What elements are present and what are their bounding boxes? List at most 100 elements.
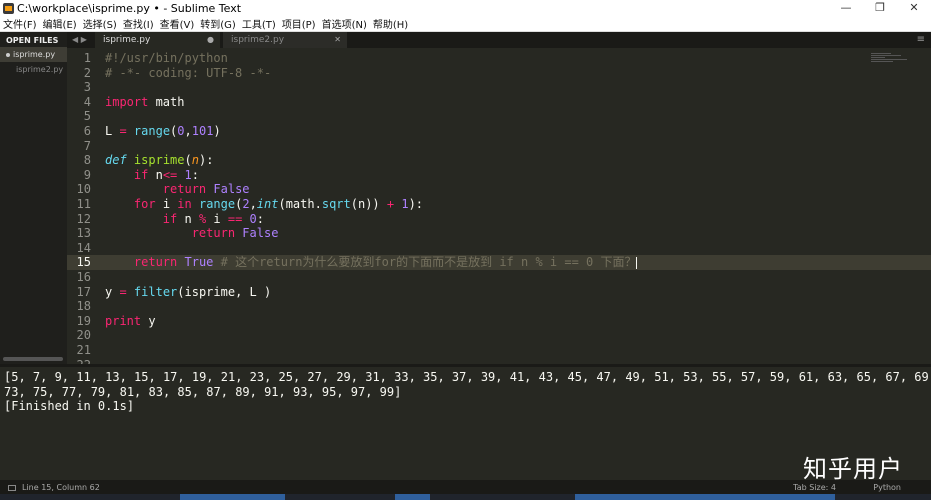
code-line[interactable]: 5 bbox=[67, 109, 931, 124]
code-text: return True # 这个return为什么要放到for的下面而不是放到 … bbox=[105, 255, 638, 270]
code-token: return bbox=[162, 182, 207, 197]
unsaved-dot-icon bbox=[6, 52, 10, 57]
code-token: for bbox=[133, 197, 156, 211]
menu-help[interactable]: 帮助(H) bbox=[373, 16, 408, 31]
line-number: 16 bbox=[76, 270, 91, 284]
line-number: 4 bbox=[83, 94, 91, 109]
code-text: # -*- coding: UTF-8 -*- bbox=[105, 66, 271, 81]
code-token: , bbox=[184, 124, 192, 138]
menu-edit[interactable]: 编辑(E) bbox=[43, 16, 77, 31]
line-number: 11 bbox=[76, 197, 91, 211]
tab-nav-arrows-icon[interactable]: ◀ ▶ bbox=[72, 35, 87, 44]
code-line[interactable]: 8 def isprime(n): bbox=[67, 153, 931, 168]
code-line[interactable]: 17 y = filter(isprime, L ) bbox=[67, 285, 931, 300]
minimize-icon[interactable]: — bbox=[829, 0, 863, 16]
code-token: math bbox=[148, 94, 185, 109]
sidebar-file-isprime2[interactable]: isprime2.py bbox=[0, 62, 67, 77]
code-token: n bbox=[148, 167, 163, 182]
code-line[interactable]: 20 bbox=[67, 328, 931, 343]
code-line[interactable]: 15 return True # 这个return为什么要放到for的下面而不是… bbox=[67, 255, 931, 270]
code-line[interactable]: 11 for i in range(2,int(math.sqrt(n)) + … bbox=[67, 197, 931, 212]
line-number: 20 bbox=[76, 328, 91, 343]
code-line[interactable]: 19 print y bbox=[67, 314, 931, 329]
code-token: range bbox=[133, 124, 171, 138]
code-line[interactable]: 16 bbox=[67, 270, 931, 285]
close-icon[interactable]: ✕ bbox=[897, 0, 931, 16]
output-line: [5, 7, 9, 11, 13, 15, 17, 19, 21, 23, 25… bbox=[4, 370, 931, 384]
code-token: if bbox=[133, 167, 149, 182]
code-token: 1 bbox=[184, 167, 192, 182]
code-editor[interactable]: 1 #!/usr/bin/python 2 # -*- coding: UTF-8 -… bbox=[67, 48, 931, 364]
code-text: for i in range(2,int(math.sqrt(n)) + 1): bbox=[105, 197, 423, 212]
code-token: # 这个return为什么要放到for的下面而不是放到 if n % i == … bbox=[213, 255, 637, 270]
sidebar-file-label: isprime2.py bbox=[16, 65, 64, 74]
sidebar-scrollbar[interactable] bbox=[3, 357, 63, 361]
sidebar: OPEN FILES isprime.py isprime2.py bbox=[0, 32, 67, 364]
code-line[interactable]: 9 if n<= 1: bbox=[67, 168, 931, 183]
menu-goto[interactable]: 转到(G) bbox=[200, 16, 236, 31]
line-number: 7 bbox=[83, 138, 91, 153]
code-token: i bbox=[155, 197, 178, 211]
title-bar: C:\workplace\isprime.py • - Sublime Text… bbox=[0, 0, 931, 16]
menu-view[interactable]: 查看(V) bbox=[160, 16, 195, 31]
code-token: : bbox=[256, 211, 265, 226]
code-token: int bbox=[256, 197, 279, 211]
line-number: 14 bbox=[76, 240, 91, 255]
maximize-icon[interactable]: ❐ bbox=[863, 0, 897, 16]
unsaved-dot-icon[interactable]: ● bbox=[207, 32, 214, 48]
sublime-app-icon bbox=[3, 2, 14, 14]
line-number: 1 bbox=[83, 51, 91, 65]
tab-close-icon[interactable]: ✕ bbox=[334, 32, 341, 48]
window-title: C:\workplace\isprime.py • - Sublime Text bbox=[17, 1, 242, 15]
code-line[interactable]: 2 # -*- coding: UTF-8 -*- bbox=[67, 66, 931, 81]
code-token: == bbox=[227, 211, 243, 226]
code-line[interactable]: 1 #!/usr/bin/python bbox=[67, 51, 931, 66]
menu-project[interactable]: 项目(P) bbox=[282, 16, 316, 31]
menu-selection[interactable]: 选择(S) bbox=[83, 16, 117, 31]
code-text: return False bbox=[105, 182, 250, 197]
code-line[interactable]: 7 bbox=[67, 139, 931, 154]
code-line[interactable]: 3 bbox=[67, 80, 931, 95]
tab-menu-icon[interactable]: ≡ bbox=[917, 34, 925, 45]
code-token: 101 bbox=[191, 124, 214, 138]
code-line[interactable]: 18 bbox=[67, 299, 931, 314]
sidebar-file-isprime[interactable]: isprime.py bbox=[0, 47, 67, 62]
code-line[interactable]: 12 if n % i == 0: bbox=[67, 212, 931, 227]
window-controls: — ❐ ✕ bbox=[829, 0, 931, 16]
os-taskbar bbox=[0, 494, 931, 500]
code-token: if bbox=[162, 211, 178, 226]
code-line[interactable]: 10 return False bbox=[67, 182, 931, 197]
code-token: # -*- coding: UTF-8 -*- bbox=[105, 65, 272, 80]
watermark: 知乎用户 bbox=[803, 455, 903, 483]
code-line[interactable]: 21 bbox=[67, 343, 931, 358]
menu-file[interactable]: 文件(F) bbox=[3, 16, 37, 31]
menu-preferences[interactable]: 首选项(N) bbox=[322, 16, 367, 31]
line-number: 2 bbox=[83, 65, 91, 80]
code-line[interactable]: 4 import math bbox=[67, 95, 931, 110]
line-number: 19 bbox=[76, 313, 91, 328]
tab-isprime2[interactable]: isprime2.py ✕ bbox=[223, 32, 347, 48]
line-number: 12 bbox=[76, 211, 91, 226]
code-line[interactable]: 6 L = range(0,101) bbox=[67, 124, 931, 139]
cursor-position: Line 15, Column 62 bbox=[8, 483, 100, 492]
code-token: 0 bbox=[177, 124, 185, 138]
menu-tools[interactable]: 工具(T) bbox=[242, 16, 276, 31]
code-line[interactable]: 14 bbox=[67, 241, 931, 256]
line-number: 8 bbox=[83, 153, 91, 168]
code-line[interactable]: 13 return False bbox=[67, 226, 931, 241]
code-token: L bbox=[105, 124, 120, 138]
tab-size-selector[interactable]: Tab Size: 4 bbox=[793, 483, 836, 492]
syntax-selector[interactable]: Python bbox=[873, 483, 901, 492]
line-number: 17 bbox=[76, 284, 91, 299]
code-text: L = range(0,101) bbox=[105, 124, 221, 139]
tab-isprime[interactable]: isprime.py ● bbox=[95, 32, 220, 48]
code-token: <= bbox=[162, 167, 178, 182]
panel-toggle-icon[interactable] bbox=[8, 484, 16, 491]
menu-find[interactable]: 查找(I) bbox=[123, 16, 154, 31]
